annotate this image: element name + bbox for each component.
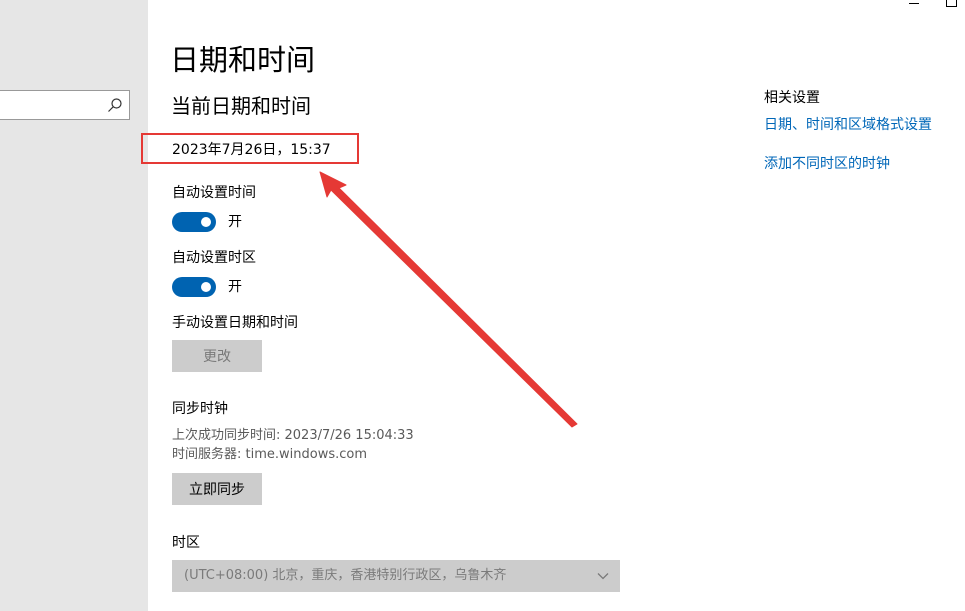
chevron-down-icon xyxy=(597,573,609,580)
timezone-selected-value: (UTC+08:00) 北京，重庆，香港特别行政区，乌鲁木齐 xyxy=(184,568,507,583)
sync-now-button[interactable]: 立即同步 xyxy=(172,473,262,505)
search-icon xyxy=(108,98,122,112)
region-format-link[interactable]: 日期、时间和区域格式设置 xyxy=(764,116,932,134)
search-input[interactable] xyxy=(0,90,130,120)
auto-timezone-label: 自动设置时区 xyxy=(172,250,256,266)
auto-timezone-state: 开 xyxy=(228,279,242,295)
time-server-text: 时间服务器: time.windows.com xyxy=(172,447,368,462)
section-title: 当前日期和时间 xyxy=(171,94,311,118)
timezone-label: 时区 xyxy=(172,535,200,551)
related-settings-title: 相关设置 xyxy=(764,90,820,106)
manual-time-label: 手动设置日期和时间 xyxy=(172,315,298,331)
auto-time-label: 自动设置时间 xyxy=(172,185,256,201)
annotation-highlight-box xyxy=(141,133,359,164)
minimize-button[interactable] xyxy=(909,3,919,4)
window-controls xyxy=(885,0,965,10)
toggle-knob xyxy=(201,282,211,292)
sync-title: 同步时钟 xyxy=(172,401,228,417)
auto-timezone-toggle[interactable] xyxy=(172,277,216,297)
maximize-button[interactable] xyxy=(946,0,957,7)
sidebar xyxy=(0,0,148,611)
add-clocks-link[interactable]: 添加不同时区的时钟 xyxy=(764,155,890,173)
auto-time-state: 开 xyxy=(228,214,242,230)
timezone-select[interactable]: (UTC+08:00) 北京，重庆，香港特别行政区，乌鲁木齐 xyxy=(172,560,620,592)
last-sync-text: 上次成功同步时间: 2023/7/26 15:04:33 xyxy=(172,428,414,443)
page-title: 日期和时间 xyxy=(170,43,316,77)
toggle-knob xyxy=(201,217,211,227)
change-button[interactable]: 更改 xyxy=(172,340,262,372)
auto-time-toggle[interactable] xyxy=(172,212,216,232)
